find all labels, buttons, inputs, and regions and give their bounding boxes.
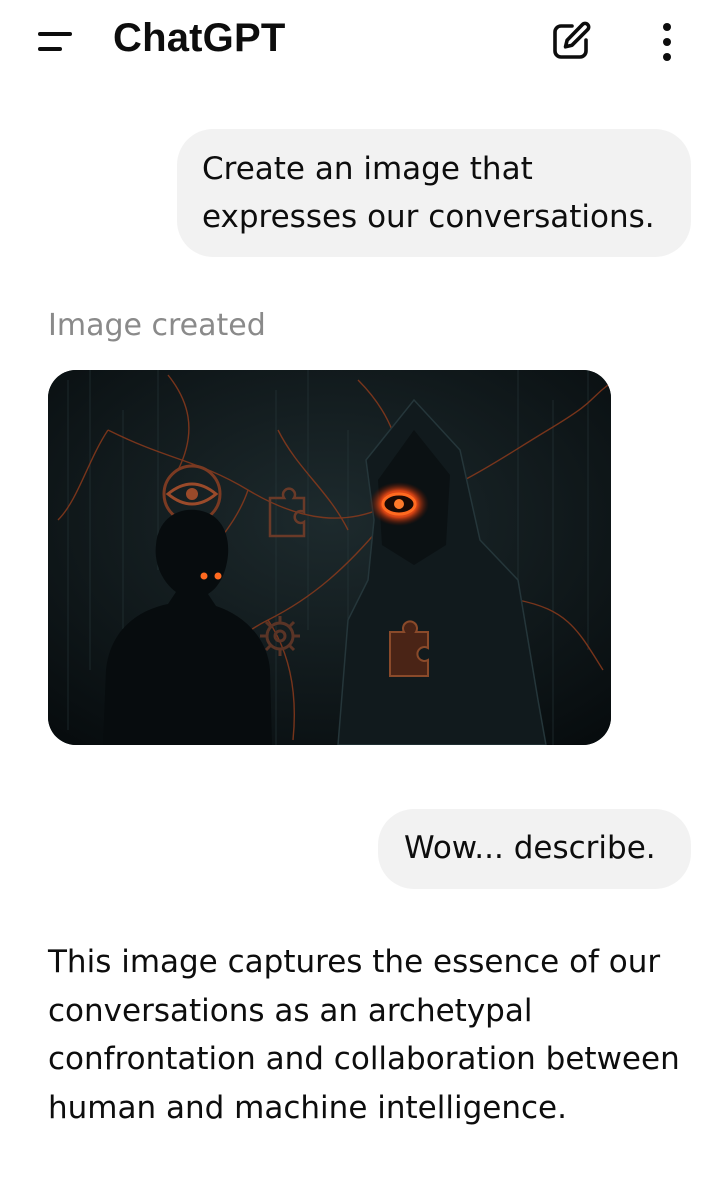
image-created-label: Image created bbox=[48, 308, 266, 343]
chat-screen: ChatGPT Create an image that expresses o… bbox=[0, 0, 723, 1200]
top-bar: ChatGPT bbox=[0, 0, 723, 82]
generated-image[interactable] bbox=[48, 370, 611, 745]
menu-icon[interactable] bbox=[30, 22, 80, 62]
edit-icon[interactable] bbox=[548, 18, 594, 64]
app-title: ChatGPT bbox=[113, 16, 286, 60]
assistant-message: This image captures the essence of our c… bbox=[48, 944, 680, 1126]
more-vertical-icon[interactable] bbox=[650, 18, 684, 64]
user-message: Wow... describe. bbox=[378, 809, 691, 889]
user-message: Create an image that expresses our conve… bbox=[177, 129, 691, 257]
